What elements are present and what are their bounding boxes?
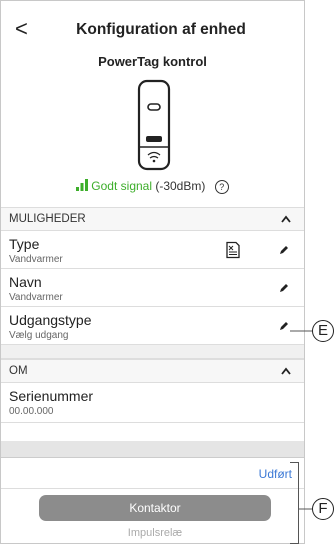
row-type[interactable]: Type Vandvarmer	[1, 231, 304, 269]
callout-f-line	[298, 508, 312, 510]
callout-f-bracket	[290, 462, 299, 544]
row-navn-value: Vandvarmer	[9, 292, 63, 303]
row-serienummer: Serienummer 00.00.000	[1, 383, 304, 423]
device-subtitle: PowerTag kontrol	[98, 54, 207, 69]
row-navn-label: Navn	[9, 274, 42, 290]
powertag-device-icon	[137, 79, 171, 171]
row-navn[interactable]: Navn Vandvarmer	[1, 269, 304, 307]
picker-sheet: Udført Kontaktor Impulsrelæ	[1, 457, 304, 543]
section-muligheder-label: MULIGHEDER	[9, 213, 86, 225]
row-type-value: Vandvarmer	[9, 254, 63, 265]
row-type-label: Type	[9, 236, 40, 252]
section-om-label: OM	[9, 365, 28, 377]
pencil-icon[interactable]	[278, 244, 290, 256]
picker-divider	[1, 488, 304, 489]
signal-bars-icon	[76, 179, 89, 191]
header: < Konfiguration af enhed PowerTag kontro…	[1, 1, 304, 207]
back-button[interactable]: <	[15, 18, 33, 40]
document-icon[interactable]	[224, 241, 242, 259]
callout-e: E	[312, 320, 334, 342]
section-om[interactable]: OM	[1, 359, 304, 383]
signal-quality: Godt signal	[91, 179, 152, 193]
callout-e-line	[290, 330, 314, 332]
section-muligheder[interactable]: MULIGHEDER	[1, 207, 304, 231]
section-spacer	[1, 345, 304, 359]
signal-value: (-30dBm)	[155, 179, 206, 193]
row-serienummer-value: 00.00.000	[9, 406, 54, 417]
picker-option-selected[interactable]: Kontaktor	[39, 495, 271, 521]
callout-f: F	[312, 498, 334, 520]
picker-option[interactable]: Impulsrelæ	[39, 527, 271, 539]
phone-screen: < Konfiguration af enhed PowerTag kontro…	[0, 0, 305, 544]
row-udgangstype[interactable]: Udgangstype Vælg udgang	[1, 307, 304, 345]
page-title: Konfiguration af enhed	[76, 21, 246, 38]
done-button[interactable]: Udført	[259, 467, 292, 481]
signal-strength: Godt signal (-30dBm) ?	[1, 179, 304, 194]
help-icon[interactable]: ?	[214, 180, 229, 194]
pencil-icon[interactable]	[278, 320, 290, 332]
pencil-icon[interactable]	[278, 282, 290, 294]
dimmed-background	[1, 441, 304, 457]
row-udgangstype-value: Vælg udgang	[9, 330, 69, 341]
row-udgangstype-label: Udgangstype	[9, 312, 92, 328]
row-serienummer-label: Serienummer	[9, 388, 94, 404]
